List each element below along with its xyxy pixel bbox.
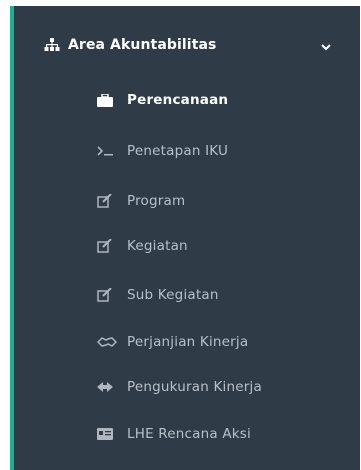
handshake-icon xyxy=(97,334,117,350)
menu-item-label: Pengukuran Kinerja xyxy=(127,379,262,395)
menu-item-label: LHE Rencana Aksi xyxy=(127,426,251,442)
menu-group-label: Area Akuntabilitas xyxy=(68,37,217,53)
menu-item-sub-kegiatan[interactable]: Sub Kegiatan xyxy=(97,283,352,307)
edit-icon xyxy=(97,193,117,209)
sidebar-accent-bar xyxy=(10,6,14,470)
menu-item-program[interactable]: Program xyxy=(97,189,352,213)
menu-group-area-akuntabilitas[interactable]: Area Akuntabilitas xyxy=(44,32,344,58)
briefcase-icon xyxy=(97,92,117,108)
arrows-icon xyxy=(97,379,117,395)
menu-item-kegiatan[interactable]: Kegiatan xyxy=(97,234,352,258)
menu-item-pengukuran-kinerja[interactable]: Pengukuran Kinerja xyxy=(97,375,352,399)
edit-icon xyxy=(97,238,117,254)
menu-item-label: Kegiatan xyxy=(127,238,188,254)
edit-icon xyxy=(97,287,117,303)
chevron-down-icon[interactable] xyxy=(320,38,332,51)
menu-item-label: Program xyxy=(127,193,186,209)
id-card-icon xyxy=(97,426,117,442)
menu-item-penetapan-iku[interactable]: Penetapan IKU xyxy=(97,139,352,163)
menu-item-label: Perencanaan xyxy=(127,92,229,108)
page: Area Akuntabilitas Perencanaan Penetapan… xyxy=(0,0,361,470)
menu-item-label: Penetapan IKU xyxy=(127,143,229,159)
menu-item-perjanjian-kinerja[interactable]: Perjanjian Kinerja xyxy=(97,330,352,354)
menu-item-label: Perjanjian Kinerja xyxy=(127,334,249,350)
menu-item-perencanaan[interactable]: Perencanaan xyxy=(97,88,352,112)
terminal-icon xyxy=(97,143,117,159)
menu-item-lhe-rencana-aksi[interactable]: LHE Rencana Aksi xyxy=(97,422,352,446)
menu-item-label: Sub Kegiatan xyxy=(127,287,219,303)
sitemap-icon xyxy=(44,37,60,53)
